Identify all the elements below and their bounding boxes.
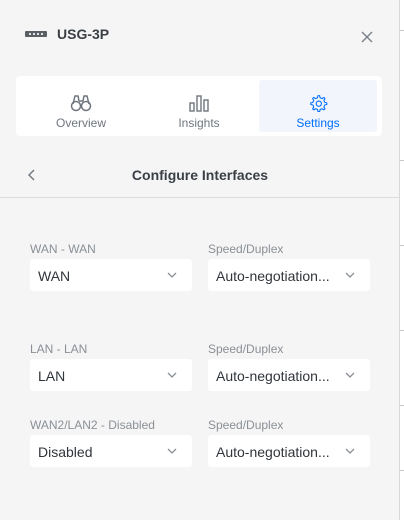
device-title: USG-3P	[57, 26, 110, 42]
background-edge-line	[400, 30, 404, 31]
speed-select-wan[interactable]: Auto-negotiation...	[208, 259, 370, 291]
chevron-down-icon	[167, 372, 177, 378]
speed-select-value: Auto-negotiation...	[216, 268, 330, 284]
interface-select-value: LAN	[38, 368, 66, 384]
chevron-down-icon	[345, 272, 355, 278]
interface-label-lan: LAN - LAN	[30, 342, 88, 356]
speed-select-value: Auto-negotiation...	[216, 444, 330, 460]
interface-select-wan2[interactable]: Disabled	[30, 435, 192, 467]
interface-select-wan[interactable]: WAN	[30, 259, 192, 291]
tab-insights-label: Insights	[178, 116, 220, 130]
chevron-down-icon	[167, 272, 177, 278]
speed-select-lan[interactable]: Auto-negotiation...	[208, 359, 370, 391]
binoculars-icon	[70, 95, 92, 112]
interface-select-value: WAN	[38, 268, 71, 284]
speed-select-value: Auto-negotiation...	[216, 368, 330, 384]
close-button[interactable]	[356, 26, 378, 48]
close-icon	[361, 31, 373, 43]
tab-settings[interactable]: Settings	[259, 80, 377, 132]
interface-select-lan[interactable]: LAN	[30, 359, 192, 391]
tab-bar: Overview Insights Settings	[16, 76, 382, 136]
speed-label-wan: Speed/Duplex	[208, 242, 284, 256]
background-edge-line	[400, 405, 404, 406]
background-edge-line	[400, 330, 404, 331]
device-panel: USG-3P Overview Insights Settings Config…	[0, 0, 400, 520]
interface-label-wan2: WAN2/LAN2 - Disabled	[30, 418, 155, 432]
tab-settings-label: Settings	[296, 116, 340, 130]
background-edge	[400, 0, 404, 520]
panel-header: USG-3P	[0, 11, 400, 61]
device-icon	[25, 31, 47, 37]
chevron-down-icon	[345, 372, 355, 378]
tab-insights[interactable]: Insights	[140, 80, 258, 132]
speed-select-wan2[interactable]: Auto-negotiation...	[208, 435, 370, 467]
background-edge-line	[400, 470, 404, 471]
bar-chart-icon	[189, 95, 209, 112]
speed-label-wan2: Speed/Duplex	[208, 418, 284, 432]
chevron-down-icon	[345, 448, 355, 454]
tab-overview[interactable]: Overview	[22, 80, 140, 132]
interface-select-value: Disabled	[38, 444, 93, 460]
speed-label-lan: Speed/Duplex	[208, 342, 284, 356]
tab-overview-label: Overview	[55, 116, 106, 130]
background-edge-line	[400, 245, 404, 246]
page-title: Configure Interfaces	[131, 167, 269, 183]
interface-label-wan: WAN - WAN	[30, 242, 96, 256]
subheader: Configure Interfaces	[0, 152, 400, 198]
gear-icon	[310, 95, 328, 112]
chevron-down-icon	[167, 448, 177, 454]
background-edge-line	[400, 160, 404, 161]
